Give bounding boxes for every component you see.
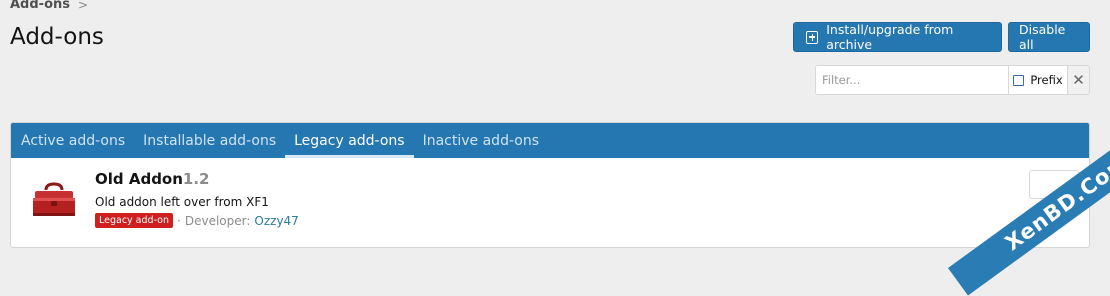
prefix-toggle[interactable]: Prefix: [1008, 66, 1067, 94]
addons-panel: Active add-ons Installable add-ons Legac…: [10, 122, 1090, 248]
prefix-label: Prefix: [1030, 73, 1063, 87]
disable-all-label: Disable all: [1019, 22, 1066, 52]
prefix-checkbox[interactable]: [1013, 74, 1025, 86]
page-title: Add-ons: [10, 24, 104, 50]
tab-installable-addons[interactable]: Installable add-ons: [134, 123, 285, 158]
disable-all-button[interactable]: Disable all: [1008, 22, 1090, 52]
developer-label: Developer:: [184, 213, 251, 228]
addon-tabs: Active add-ons Installable add-ons Legac…: [11, 123, 1089, 158]
tab-inactive-addons[interactable]: Inactive add-ons: [414, 123, 548, 158]
clear-filter-button[interactable]: ✕: [1067, 66, 1089, 94]
breadcrumb: Add-ons >: [10, 0, 88, 12]
meta-separator: ·: [177, 213, 181, 228]
addon-meta: Legacy add-on · Developer: Ozzy47: [95, 213, 299, 228]
plus-square-icon: [806, 30, 819, 44]
filter-bar: Prefix ✕: [815, 65, 1090, 95]
close-icon: ✕: [1072, 71, 1085, 89]
legacy-badge: Legacy add-on: [95, 213, 174, 228]
addon-name: Old Addon: [95, 170, 183, 188]
tab-active-addons[interactable]: Active add-ons: [12, 123, 134, 158]
breadcrumb-item-addons[interactable]: Add-ons: [10, 0, 70, 12]
developer-link[interactable]: Ozzy47: [254, 214, 298, 228]
addon-list-item: Old Addon1.2 Old addon left over from XF…: [11, 158, 1089, 247]
addon-description: Old addon left over from XF1: [95, 195, 269, 209]
install-upgrade-button[interactable]: Install/upgrade from archive: [793, 22, 1002, 52]
toolbox-icon: [33, 182, 75, 216]
addon-title[interactable]: Old Addon1.2: [95, 170, 210, 188]
install-upgrade-label: Install/upgrade from archive: [826, 22, 954, 52]
tab-legacy-addons[interactable]: Legacy add-ons: [285, 123, 415, 158]
filter-input[interactable]: [816, 66, 1008, 94]
chevron-right-icon: >: [78, 0, 89, 12]
addon-version: 1.2: [182, 170, 210, 188]
